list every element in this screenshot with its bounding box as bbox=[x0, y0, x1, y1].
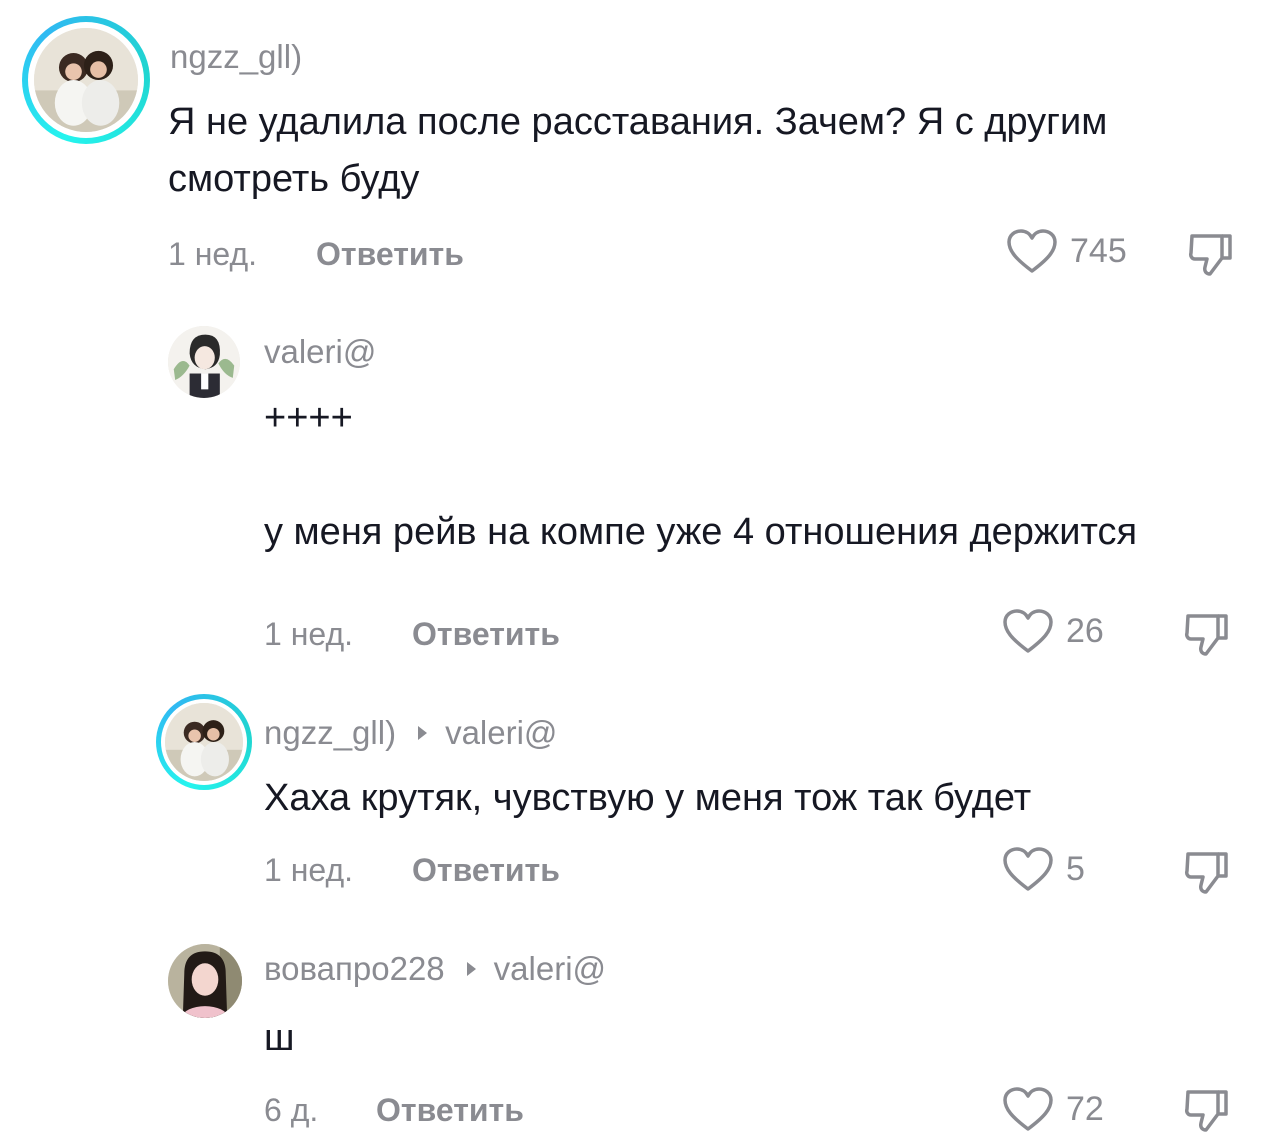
like-count: 5 bbox=[1066, 849, 1085, 888]
avatar[interactable] bbox=[168, 944, 242, 1018]
heart-outline-icon bbox=[1003, 847, 1053, 891]
username-link[interactable]: вовапро228 bbox=[264, 950, 445, 988]
username-link[interactable]: ngzz_gll) bbox=[264, 714, 396, 752]
dislike-button[interactable] bbox=[1186, 228, 1236, 278]
thumbs-down-outline-icon bbox=[1185, 1090, 1228, 1132]
avatar-photo bbox=[165, 703, 243, 781]
avatar-photo bbox=[34, 28, 138, 132]
comment-text: ш bbox=[264, 1017, 295, 1059]
comment-time: 1 нед. bbox=[264, 616, 354, 652]
avatar-photo bbox=[168, 944, 242, 1018]
avatar[interactable] bbox=[34, 28, 138, 132]
comment-username[interactable]: ngzz_gll) bbox=[170, 38, 302, 76]
reply-button[interactable]: Ответить bbox=[376, 1092, 524, 1129]
like-button[interactable]: 72 bbox=[1002, 1086, 1104, 1132]
reply-button[interactable]: Ответить bbox=[412, 616, 560, 653]
thumbs-down-outline-icon bbox=[1185, 852, 1228, 894]
triangle-right-icon bbox=[418, 726, 428, 740]
comment-time: 6 д. bbox=[264, 1092, 319, 1128]
reply-button[interactable]: Ответить bbox=[412, 852, 560, 889]
heart-outline-icon bbox=[1007, 229, 1057, 273]
comment-item: вовапро228 valeri@ ш 6 д. Ответить 72 bbox=[0, 930, 1284, 1138]
reply-to-username[interactable]: valeri@ bbox=[494, 950, 606, 988]
comment-text: ++++ у меня рейв на компе уже 4 отношени… bbox=[264, 397, 1138, 553]
like-count: 745 bbox=[1070, 231, 1127, 270]
like-count: 26 bbox=[1066, 611, 1104, 650]
avatar[interactable] bbox=[165, 703, 243, 781]
reply-to-username[interactable]: valeri@ bbox=[445, 714, 557, 752]
thumbs-down-outline-icon bbox=[1189, 234, 1232, 276]
thumbs-down-outline-icon bbox=[1185, 614, 1228, 656]
comment-item: ngzz_gll) valeri@ Хаха крутяк, чувствую … bbox=[0, 690, 1284, 920]
comment-time: 1 нед. bbox=[168, 236, 258, 272]
heart-outline-icon bbox=[1003, 1087, 1053, 1131]
comment-time: 1 нед. bbox=[264, 852, 354, 888]
comment-username[interactable]: valeri@ bbox=[264, 333, 376, 371]
comment-username: ngzz_gll) valeri@ bbox=[264, 714, 557, 752]
triangle-right-icon bbox=[466, 962, 476, 976]
comment-item: ngzz_gll) Я не удалила после расставания… bbox=[0, 0, 1284, 300]
comment-text: Я не удалила после расставания. Зачем? Я… bbox=[168, 101, 1118, 200]
reply-button[interactable]: Ответить bbox=[316, 236, 464, 273]
avatar-photo bbox=[168, 326, 240, 398]
comment-text: Хаха крутяк, чувствую у меня тож так буд… bbox=[264, 777, 1032, 819]
like-button[interactable]: 5 bbox=[1002, 846, 1085, 892]
like-button[interactable]: 26 bbox=[1002, 608, 1104, 654]
username-link[interactable]: ngzz_gll) bbox=[170, 38, 302, 76]
dislike-button[interactable] bbox=[1182, 608, 1232, 658]
dislike-button[interactable] bbox=[1182, 1084, 1232, 1134]
comment-username: вовапро228 valeri@ bbox=[264, 950, 606, 988]
like-count: 72 bbox=[1066, 1089, 1104, 1128]
comment-item: valeri@ ++++ у меня рейв на компе уже 4 … bbox=[0, 300, 1284, 680]
like-button[interactable]: 745 bbox=[1006, 228, 1127, 274]
username-link[interactable]: valeri@ bbox=[264, 333, 376, 371]
heart-outline-icon bbox=[1003, 609, 1053, 653]
dislike-button[interactable] bbox=[1182, 846, 1232, 896]
avatar[interactable] bbox=[168, 326, 240, 398]
